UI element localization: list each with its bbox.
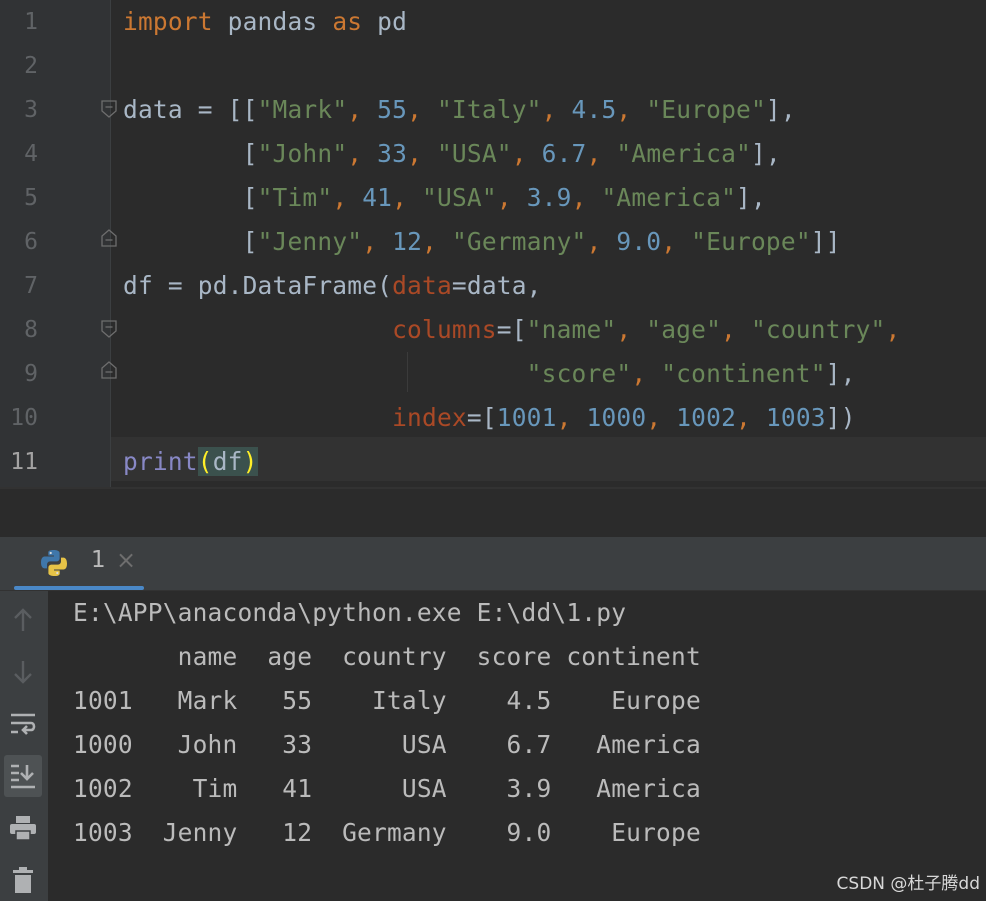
line-number: 3: [24, 97, 38, 123]
editor-bottom-space: [0, 489, 986, 537]
line-number-current: 11: [10, 449, 38, 475]
line-number: 6: [24, 229, 38, 255]
code-line-7: df = pd.DataFrame(data=data,: [123, 271, 542, 300]
run-tab-label: 1: [91, 547, 106, 573]
arrow-up-icon[interactable]: [4, 599, 42, 641]
print-icon[interactable]: [4, 807, 42, 849]
scroll-to-end-icon[interactable]: [4, 755, 42, 797]
code-line-6: ["Jenny", 12, "Germany", 9.0, "Europe"]]: [123, 227, 841, 256]
code-line-3: data = [["Mark", 55, "Italy", 4.5, "Euro…: [123, 95, 796, 124]
console-table-row: 1001 Mark 55 Italy 4.5 Europe: [73, 686, 701, 715]
fold-open-icon[interactable]: [101, 100, 117, 118]
fold-open-icon[interactable]: [101, 320, 117, 338]
line-number: 2: [24, 53, 38, 79]
python-icon: [41, 550, 67, 576]
arrow-down-icon[interactable]: [4, 651, 42, 693]
line-number: 1: [24, 9, 38, 35]
active-tab-indicator: [14, 586, 144, 590]
line-number: 7: [24, 273, 38, 299]
line-number: 4: [24, 141, 38, 167]
trash-icon[interactable]: [4, 859, 42, 901]
line-number: 10: [10, 405, 38, 431]
code-line-11: print(df): [123, 447, 258, 476]
fold-close-icon[interactable]: [101, 361, 117, 379]
console-table-row: 1003 Jenny 12 Germany 9.0 Europe: [73, 818, 701, 847]
code-line-8: columns=["name", "age", "country",: [392, 315, 901, 344]
run-tab-bar: 1 ×: [0, 537, 986, 591]
run-tab[interactable]: 1 ×: [14, 537, 144, 590]
line-number: 5: [24, 185, 38, 211]
code-line-9: "score", "continent"],: [526, 359, 856, 388]
code-editor[interactable]: 1 2 3 4 5 6 7 8 9 10 11 import pandas as…: [0, 0, 986, 488]
console-table-row: 1000 John 33 USA 6.7 America: [73, 730, 701, 759]
console-table-header: name age country score continent: [73, 642, 701, 671]
close-icon[interactable]: ×: [116, 546, 136, 574]
run-toolbar: [0, 591, 48, 901]
line-number: 9: [24, 361, 38, 387]
code-line-10: index=[1001, 1000, 1002, 1003]): [392, 403, 856, 432]
line-number-gutter: 1 2 3 4 5 6 7 8 9 10 11: [0, 0, 111, 488]
code-line-1: import pandas as pd: [123, 7, 408, 36]
line-number: 8: [24, 317, 38, 343]
fold-close-icon[interactable]: [101, 229, 117, 247]
code-line-5: ["Tim", 41, "USA", 3.9, "America"],: [123, 183, 766, 212]
watermark: CSDN @杜子腾dd: [836, 874, 980, 894]
console-table-row: 1002 Tim 41 USA 3.9 America: [73, 774, 701, 803]
console-command: E:\APP\anaconda\python.exe E:\dd\1.py: [73, 598, 627, 627]
code-line-4: ["John", 33, "USA", 6.7, "America"],: [123, 139, 781, 168]
soft-wrap-icon[interactable]: [4, 703, 42, 745]
console-output[interactable]: E:\APP\anaconda\python.exe E:\dd\1.py na…: [48, 591, 986, 901]
